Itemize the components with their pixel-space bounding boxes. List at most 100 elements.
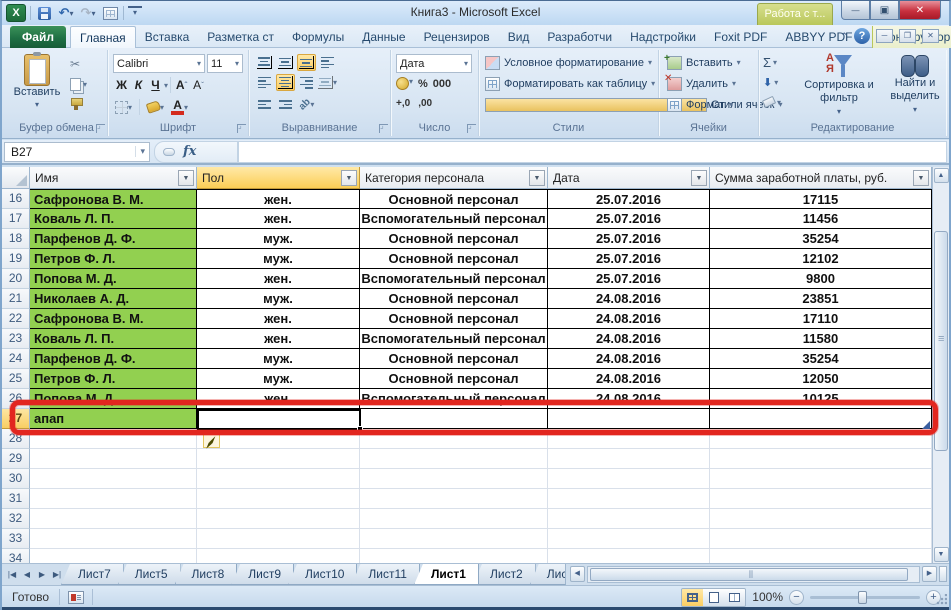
- horizontal-scroll-thumb[interactable]: [590, 568, 908, 581]
- cell-gender[interactable]: жен.: [197, 309, 360, 329]
- cell[interactable]: [30, 449, 197, 469]
- cell[interactable]: [30, 489, 197, 509]
- increase-decimal-button[interactable]: +,0: [396, 98, 410, 109]
- mini-restore-icon[interactable]: ❐: [899, 29, 916, 43]
- cell[interactable]: [360, 549, 548, 563]
- cell[interactable]: [710, 549, 932, 563]
- paste-dropdown-icon[interactable]: [35, 98, 39, 110]
- cell-sum[interactable]: 17115: [710, 189, 932, 209]
- cell[interactable]: [197, 549, 360, 563]
- cell-name[interactable]: Сафронова В. М.: [30, 189, 197, 209]
- cell-sum[interactable]: 12050: [710, 369, 932, 389]
- column-header-name[interactable]: Имя: [30, 167, 197, 189]
- row-header[interactable]: 22: [2, 309, 30, 329]
- cell-date[interactable]: 24.08.2016: [548, 349, 710, 369]
- cell-category[interactable]: Основной персонал: [360, 349, 548, 369]
- row-header[interactable]: 34: [2, 549, 30, 563]
- mini-close-icon[interactable]: ✕: [922, 29, 939, 43]
- number-format-combo[interactable]: Дата: [396, 54, 472, 73]
- maximize-button[interactable]: [870, 1, 899, 20]
- zoom-level[interactable]: 100%: [752, 590, 783, 604]
- cell-date[interactable]: 24.08.2016: [548, 369, 710, 389]
- cell-sum[interactable]: 35254: [710, 229, 932, 249]
- sheet-tab-list7[interactable]: Лист7: [61, 564, 124, 585]
- underline-dropdown-icon[interactable]: ▾: [164, 81, 168, 90]
- cell-name[interactable]: Парфенов Д. Ф.: [30, 349, 197, 369]
- italic-button[interactable]: К: [130, 76, 147, 94]
- sheet-tab-list9[interactable]: Лист9: [231, 564, 294, 585]
- fill-button[interactable]: ⬇▾: [763, 73, 781, 91]
- cell-date[interactable]: 25.07.2016: [548, 189, 710, 209]
- cell-date[interactable]: 24.08.2016: [548, 329, 710, 349]
- cut-button[interactable]: [68, 54, 89, 74]
- first-sheet-icon[interactable]: [5, 567, 19, 583]
- cell[interactable]: [548, 549, 710, 563]
- cell[interactable]: [360, 509, 548, 529]
- format-painter-button[interactable]: [68, 94, 89, 114]
- cell[interactable]: [197, 529, 360, 549]
- merge-center-button[interactable]: ▾: [318, 74, 337, 91]
- tab-insert[interactable]: Вставка: [136, 26, 199, 48]
- cell[interactable]: [710, 469, 932, 489]
- cell[interactable]: [30, 509, 197, 529]
- normal-view-button[interactable]: [682, 589, 703, 606]
- tab-addins[interactable]: Надстройки: [621, 26, 705, 48]
- cell-gender[interactable]: муж.: [197, 289, 360, 309]
- decrease-indent-button[interactable]: [255, 96, 274, 113]
- row-header[interactable]: 29: [2, 449, 30, 469]
- cell-sum[interactable]: 35254: [710, 349, 932, 369]
- row-header[interactable]: 20: [2, 269, 30, 289]
- hscroll-right-icon[interactable]: [922, 566, 937, 582]
- page-break-view-button[interactable]: [724, 589, 745, 606]
- cell[interactable]: [360, 489, 548, 509]
- font-name-combo[interactable]: Calibri: [113, 54, 205, 73]
- prev-sheet-icon[interactable]: [20, 567, 34, 583]
- cell[interactable]: [548, 449, 710, 469]
- cell[interactable]: [197, 509, 360, 529]
- cell[interactable]: [30, 529, 197, 549]
- tab-developer[interactable]: Разработчи: [538, 26, 621, 48]
- row-header[interactable]: 32: [2, 509, 30, 529]
- shrink-font-button[interactable]: Аˇ: [190, 76, 207, 94]
- sheet-tab-list11[interactable]: Лист11: [351, 564, 420, 585]
- hscroll-left-icon[interactable]: [570, 566, 585, 582]
- decrease-decimal-button[interactable]: ,00: [418, 98, 432, 109]
- row-header[interactable]: 18: [2, 229, 30, 249]
- cell[interactable]: [710, 529, 932, 549]
- column-header-gender[interactable]: Пол: [197, 167, 360, 189]
- minimize-button[interactable]: [841, 1, 870, 20]
- align-right-button[interactable]: [297, 74, 316, 91]
- sheet-tab-list1[interactable]: Лист1: [414, 564, 479, 585]
- tab-page-layout[interactable]: Разметка ст: [198, 26, 283, 48]
- cell-category[interactable]: Вспомогательный персонал: [360, 209, 548, 229]
- cell-sum[interactable]: 11456: [710, 209, 932, 229]
- cell-category[interactable]: Вспомогательный персонал: [360, 269, 548, 289]
- cell-name[interactable]: Коваль Л. П.: [30, 329, 197, 349]
- filter-dropdown-icon[interactable]: [691, 170, 707, 186]
- cell-category[interactable]: Основной персонал: [360, 229, 548, 249]
- row-header[interactable]: 23: [2, 329, 30, 349]
- row-header[interactable]: 24: [2, 349, 30, 369]
- delete-cells-button[interactable]: ✕Удалить▾: [663, 73, 741, 94]
- cell-name[interactable]: Петров Ф. Л.: [30, 249, 197, 269]
- row-header[interactable]: 30: [2, 469, 30, 489]
- font-size-combo[interactable]: 11: [207, 54, 243, 73]
- zoom-out-icon[interactable]: [789, 590, 804, 605]
- align-center-button[interactable]: [276, 74, 295, 91]
- cell-sum[interactable]: 11580: [710, 329, 932, 349]
- cell-date[interactable]: 25.07.2016: [548, 229, 710, 249]
- dialog-launcher-icon[interactable]: [467, 124, 476, 133]
- cell[interactable]: [360, 529, 548, 549]
- filter-dropdown-icon[interactable]: [178, 170, 194, 186]
- accounting-format-button[interactable]: ▾: [396, 77, 413, 90]
- help-icon[interactable]: [854, 28, 870, 44]
- cell[interactable]: [30, 549, 197, 563]
- cell[interactable]: [710, 489, 932, 509]
- vertical-scrollbar[interactable]: [932, 167, 949, 563]
- close-button[interactable]: [899, 1, 941, 20]
- cell-name[interactable]: Петров Ф. Л.: [30, 369, 197, 389]
- cell-category[interactable]: Основной персонал: [360, 249, 548, 269]
- find-select-button[interactable]: Найти и выделить: [877, 53, 951, 116]
- font-color-button[interactable]: А▾: [169, 98, 190, 116]
- cell-name[interactable]: Парфенов Д. Ф.: [30, 229, 197, 249]
